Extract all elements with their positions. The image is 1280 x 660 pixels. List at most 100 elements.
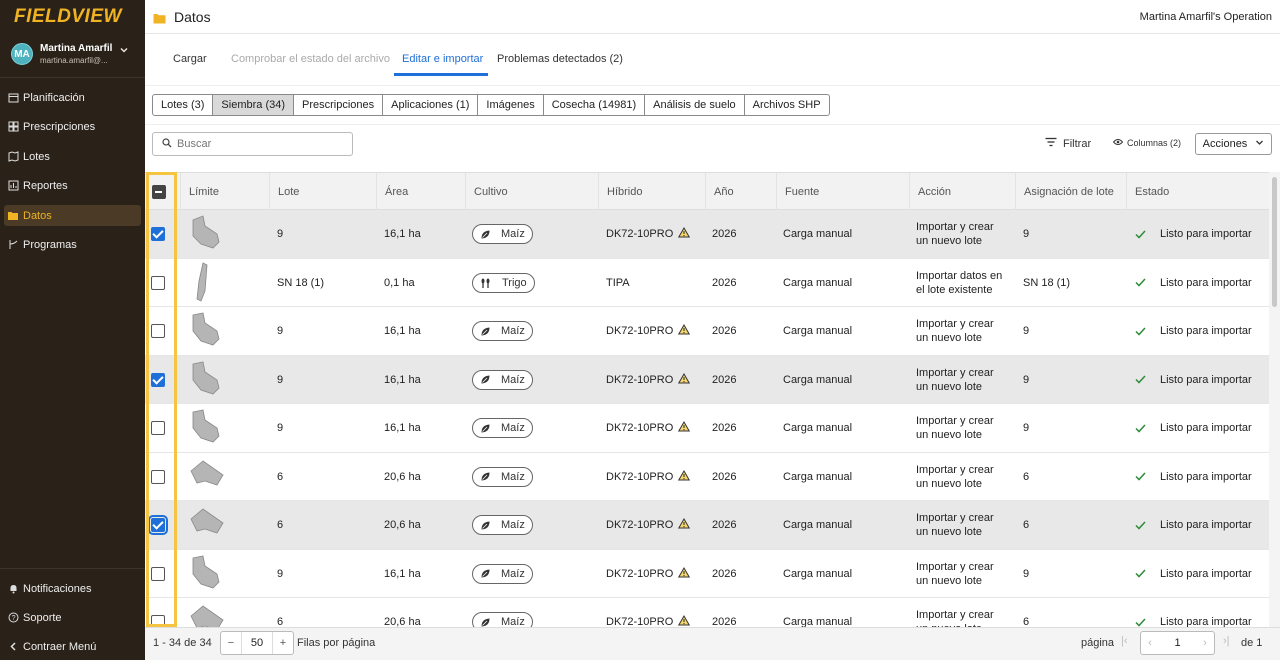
tab-prescripciones[interactable]: Prescripciones [293, 94, 384, 116]
table-scrollbar[interactable] [1269, 172, 1280, 627]
collapse-menu-button[interactable]: Contraer Menú [4, 636, 141, 657]
cell-accion[interactable]: Importar y crearun nuevo lote [916, 501, 994, 549]
tab-cosecha[interactable]: Cosecha (14981) [542, 94, 646, 116]
cell-accion[interactable]: Importar y crearun nuevo lote [916, 453, 994, 501]
scrollbar-thumb[interactable] [1272, 177, 1277, 307]
cell-lote: 6 [277, 470, 284, 483]
tab-analisis-suelo[interactable]: Análisis de suelo [644, 94, 745, 116]
table-row[interactable]: 9 16,1 ha Maíz DK72-10PRO 2026 Carga manual Im… [145, 550, 1269, 598]
col-lote[interactable]: Lote [269, 173, 376, 211]
sidebar-item-notificaciones[interactable]: Notificaciones [4, 578, 141, 599]
row-checkbox[interactable] [151, 275, 165, 290]
row-checkbox[interactable] [148, 515, 168, 535]
table-row[interactable]: 9 16,1 ha Maíz DK72-10PRO 2026 Carga manual Im… [145, 355, 1269, 404]
row-checkbox[interactable] [151, 566, 165, 581]
step-cargar[interactable]: Cargar [173, 53, 207, 65]
table-row[interactable]: 9 16,1 ha Maíz DK72-10PRO 2026 Carga manual Im… [145, 307, 1269, 356]
cell-asignacion[interactable]: 6 [1023, 598, 1029, 627]
boundary-thumbnail [187, 259, 237, 307]
col-anio[interactable]: Año [705, 173, 776, 211]
cell-asignacion[interactable]: 9 [1023, 550, 1029, 598]
col-cultivo[interactable]: Cultivo [465, 173, 598, 211]
table-row[interactable]: 6 20,6 ha Maíz DK72-10PRO 2026 Carga manual Im… [145, 453, 1269, 501]
col-area[interactable]: Área [376, 173, 465, 211]
cell-accion[interactable]: Importar y crearun nuevo lote [916, 356, 994, 404]
cell-asignacion[interactable]: 9 [1023, 356, 1029, 404]
col-limite[interactable]: Límite [180, 173, 270, 211]
table-row[interactable]: SN 18 (1) 0,1 ha Trigo TIPA 2026 Carga manual… [145, 259, 1269, 307]
col-hibrido[interactable]: Híbrido [598, 173, 705, 211]
increase-button[interactable]: + [273, 637, 293, 649]
last-page-icon[interactable]: ›| [1223, 635, 1230, 647]
row-checkbox[interactable] [151, 372, 165, 387]
cell-accion[interactable]: Importar y crearun nuevo lote [916, 598, 994, 627]
warning-icon[interactable] [678, 615, 691, 627]
col-fuente[interactable]: Fuente [776, 173, 909, 211]
step-problemas[interactable]: Problemas detectados (2) [497, 53, 623, 65]
table-row[interactable]: 9 16,1 ha Maíz DK72-10PRO 2026 Carga manual Im… [145, 210, 1269, 259]
tab-lotes[interactable]: Lotes (3) [152, 94, 214, 116]
tab-siembra[interactable]: Siembra (34) [212, 94, 294, 116]
cell-asignacion[interactable]: 6 [1023, 453, 1029, 501]
rows-per-page-value[interactable]: 50 [241, 632, 273, 654]
warning-icon[interactable] [678, 518, 691, 532]
sidebar-item-lotes[interactable]: Lotes [4, 146, 141, 167]
sidebar-item-soporte[interactable]: ? Soporte [4, 607, 141, 628]
tab-imagenes[interactable]: Imágenes [477, 94, 544, 116]
col-estado[interactable]: Estado [1126, 173, 1269, 211]
warning-icon[interactable] [678, 469, 691, 484]
table-row[interactable]: 9 16,1 ha Maíz DK72-10PRO 2026 Carga manual Im… [145, 404, 1269, 453]
warning-icon[interactable] [678, 566, 691, 581]
sidebar-item-planificacion[interactable]: Planificación [4, 87, 141, 108]
page-input[interactable]: ‹ 1 › [1140, 631, 1215, 655]
warning-icon[interactable] [678, 227, 691, 241]
cell-accion[interactable]: Importar y crearun nuevo lote [916, 307, 994, 355]
operation-selector[interactable]: Martina Amarfil's Operation [1140, 11, 1272, 23]
next-page-icon[interactable]: › [1196, 637, 1214, 649]
filter-button[interactable]: Filtrar [1045, 137, 1091, 150]
cell-asignacion[interactable]: 6 [1023, 501, 1029, 549]
sidebar-item-reportes[interactable]: Reportes [4, 175, 141, 196]
cell-asignacion[interactable]: 9 [1023, 210, 1029, 258]
sidebar-item-programas[interactable]: Programas [4, 234, 141, 255]
fieldview-logo[interactable]: FIELDVIEW [14, 6, 122, 28]
chevron-down-icon[interactable] [119, 45, 129, 58]
warning-icon[interactable] [678, 372, 691, 387]
decrease-button[interactable]: − [221, 637, 241, 649]
table-row[interactable]: 6 20,6 ha Maíz DK72-10PRO 2026 Carga manual Im… [145, 598, 1269, 627]
first-page-icon[interactable]: |‹ [1121, 635, 1128, 647]
row-checkbox[interactable] [151, 421, 165, 435]
cell-accion[interactable]: Importar y crearun nuevo lote [916, 404, 994, 452]
search-input[interactable] [177, 138, 347, 150]
row-checkbox[interactable] [151, 227, 165, 241]
row-checkbox[interactable] [151, 324, 165, 338]
col-accion[interactable]: Acción [909, 173, 1016, 211]
sidebar-item-datos[interactable]: Datos [4, 205, 141, 226]
check-icon [1135, 520, 1153, 530]
cell-accion[interactable]: Importar y crearun nuevo lote [916, 210, 994, 258]
prev-page-icon[interactable]: ‹ [1141, 637, 1159, 649]
table-row[interactable]: 6 20,6 ha Maíz DK72-10PRO 2026 Carga manual Im… [145, 501, 1269, 550]
row-checkbox[interactable] [151, 469, 165, 484]
cell-asignacion[interactable]: 9 [1023, 307, 1029, 355]
step-editar-importar[interactable]: Editar e importar [402, 53, 483, 65]
page-value[interactable]: 1 [1159, 637, 1196, 649]
warning-icon[interactable] [678, 421, 691, 435]
user-menu[interactable]: MA Martina Amarfil martina.amarfil@... [0, 36, 145, 78]
cell-accion[interactable]: Importar y crearun nuevo lote [916, 550, 994, 598]
check-icon [1135, 326, 1153, 336]
warning-icon[interactable] [678, 324, 691, 338]
row-checkbox[interactable] [151, 615, 165, 627]
cell-cultivo: Maíz [472, 501, 533, 549]
sidebar-item-prescripciones[interactable]: Prescripciones [4, 116, 141, 137]
select-all-checkbox[interactable] [152, 185, 166, 199]
actions-dropdown[interactable]: Acciones [1195, 133, 1272, 155]
tab-aplicaciones[interactable]: Aplicaciones (1) [382, 94, 479, 116]
tab-archivos-shp[interactable]: Archivos SHP [743, 94, 830, 116]
cell-accion[interactable]: Importar datos en el lote existente [916, 259, 1002, 307]
map-icon [7, 151, 19, 163]
col-asignacion[interactable]: Asignación de lote [1015, 173, 1127, 211]
columns-button[interactable]: Columnas (2) [1112, 138, 1181, 148]
cell-asignacion[interactable]: 9 [1023, 404, 1029, 452]
cell-asignacion[interactable]: SN 18 (1) [1023, 259, 1070, 307]
